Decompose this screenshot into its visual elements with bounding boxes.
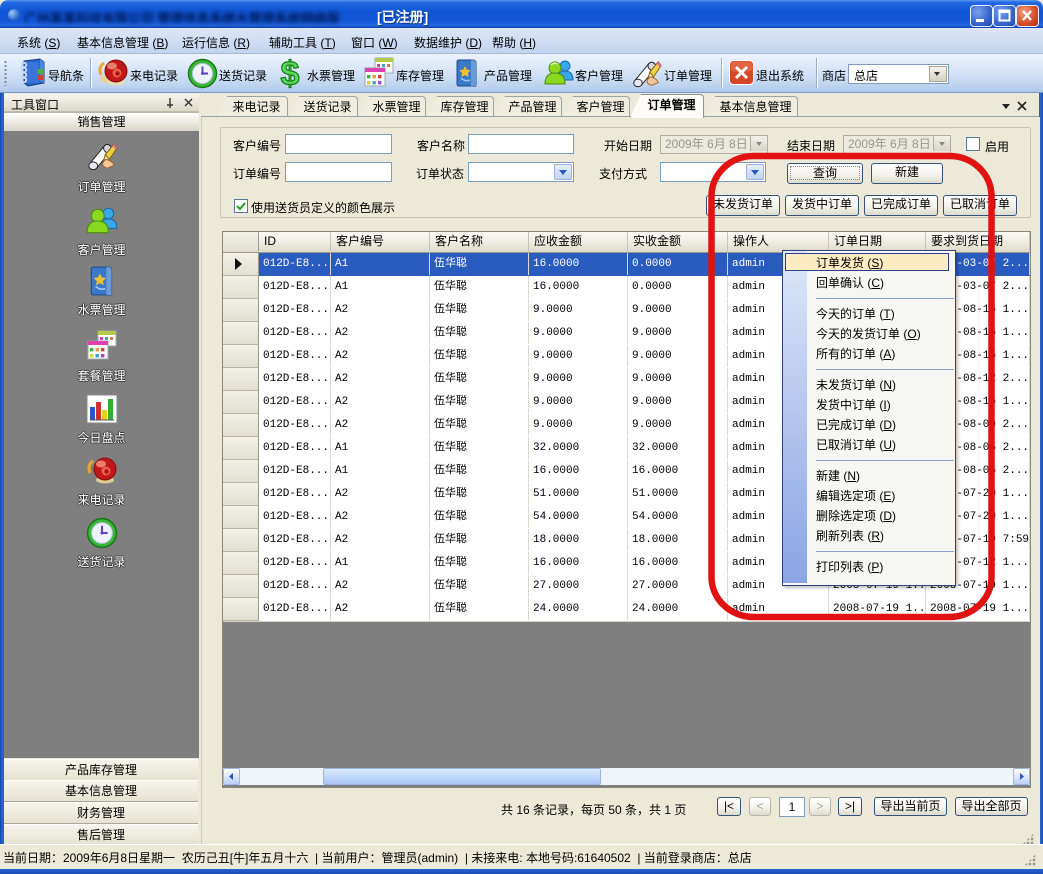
svg-text:$: $	[281, 56, 300, 91]
